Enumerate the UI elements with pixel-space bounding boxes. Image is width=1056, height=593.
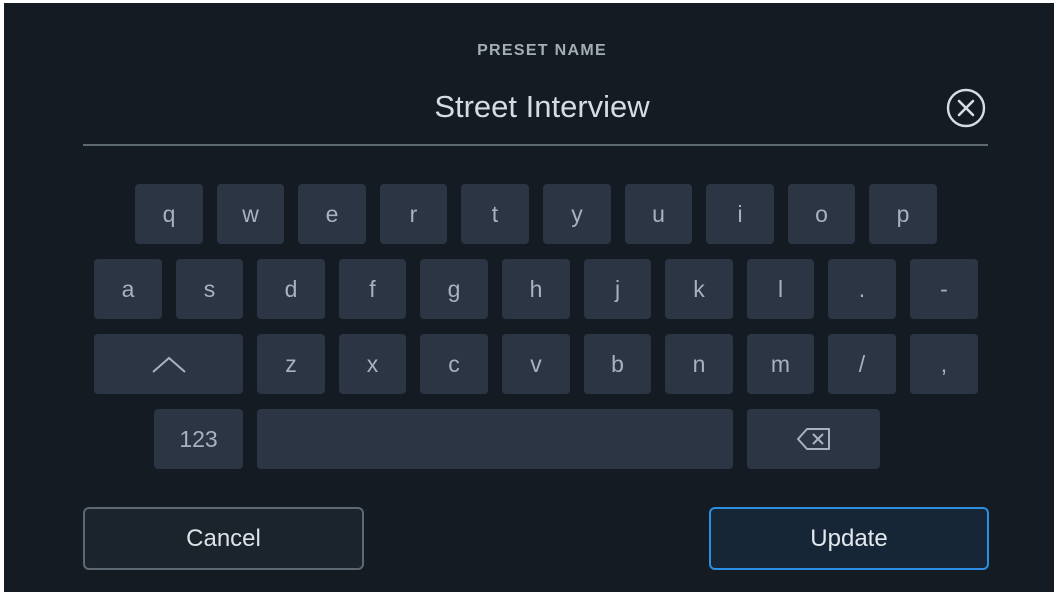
key-h[interactable]: h: [502, 259, 570, 319]
key-n[interactable]: n: [665, 334, 733, 394]
key-f[interactable]: f: [339, 259, 406, 319]
key-u[interactable]: u: [625, 184, 692, 244]
key-period[interactable]: .: [828, 259, 896, 319]
space-key[interactable]: [257, 409, 733, 469]
numbers-key[interactable]: 123: [154, 409, 243, 469]
key-a[interactable]: a: [94, 259, 162, 319]
update-button-label: Update: [810, 524, 888, 552]
key-z[interactable]: z: [257, 334, 325, 394]
key-j[interactable]: j: [584, 259, 651, 319]
key-l[interactable]: l: [747, 259, 814, 319]
backspace-icon: [796, 428, 830, 450]
key-m[interactable]: m: [747, 334, 814, 394]
key-x[interactable]: x: [339, 334, 406, 394]
key-v[interactable]: v: [502, 334, 570, 394]
key-i[interactable]: i: [706, 184, 774, 244]
clear-icon[interactable]: [944, 86, 988, 130]
key-b[interactable]: b: [584, 334, 651, 394]
shift-key[interactable]: [94, 334, 243, 394]
key-g[interactable]: g: [420, 259, 488, 319]
key-w[interactable]: w: [217, 184, 284, 244]
key-p[interactable]: p: [869, 184, 937, 244]
key-k[interactable]: k: [665, 259, 733, 319]
cancel-button-label: Cancel: [186, 524, 261, 552]
caret-up-icon: [151, 356, 186, 373]
key-c[interactable]: c: [420, 334, 488, 394]
key-r[interactable]: r: [380, 184, 447, 244]
key-q[interactable]: q: [135, 184, 203, 244]
key-e[interactable]: e: [298, 184, 366, 244]
key-t[interactable]: t: [461, 184, 529, 244]
cancel-button[interactable]: Cancel: [83, 507, 364, 570]
backspace-key[interactable]: [747, 409, 880, 469]
key-y[interactable]: y: [543, 184, 611, 244]
key-s[interactable]: s: [176, 259, 243, 319]
key-o[interactable]: o: [788, 184, 855, 244]
input-underline: [83, 144, 988, 146]
update-button[interactable]: Update: [709, 507, 989, 570]
key-hyphen[interactable]: -: [910, 259, 978, 319]
dialog-title: PRESET NAME: [477, 42, 607, 59]
key-slash[interactable]: /: [828, 334, 896, 394]
key-d[interactable]: d: [257, 259, 325, 319]
key-comma[interactable]: ,: [910, 334, 978, 394]
preset-name-dialog: PRESET NAME Street Interview q w e r t y…: [4, 3, 1054, 592]
preset-name-input[interactable]: Street Interview: [4, 89, 1054, 125]
